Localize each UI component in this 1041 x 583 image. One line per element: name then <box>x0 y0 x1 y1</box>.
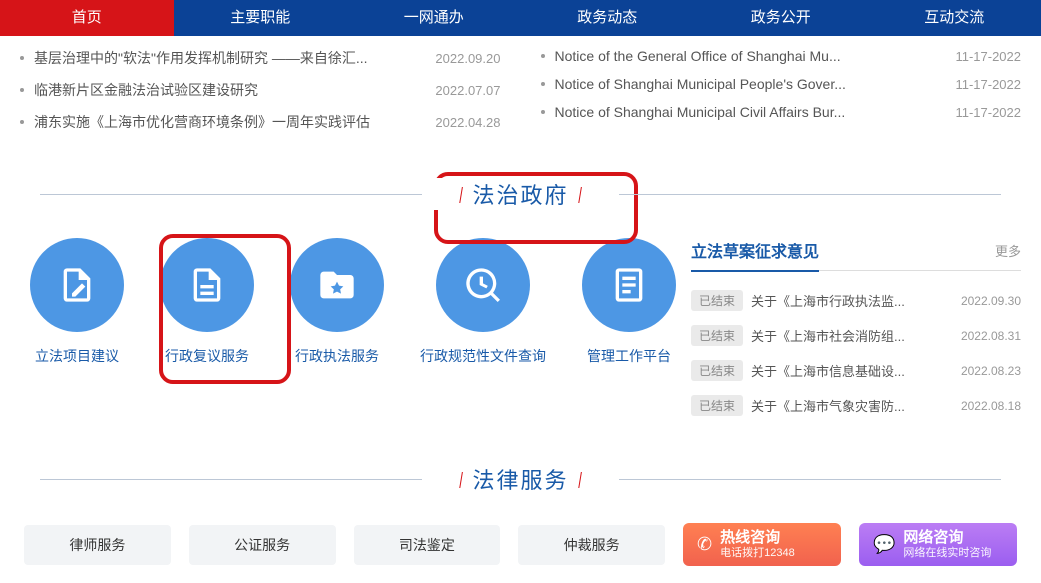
status-badge: 已结束 <box>691 360 743 381</box>
news-item[interactable]: 基层治理中的"软法"作用发挥机制研究 ——来自徐汇... 2022.09.20 <box>20 42 501 74</box>
section-title: / 法律服务 / <box>20 463 1021 495</box>
section-legal-service: / 法律服务 / 律师服务 公证服务 司法鉴定 仲裁服务 ✆ 热线咨询电话拨打123… <box>20 463 1021 566</box>
section-title: / 法治政府 / <box>20 178 1021 210</box>
news-row: 基层治理中的"软法"作用发挥机制研究 ——来自徐汇... 2022.09.20 临… <box>20 42 1021 138</box>
nav-interact[interactable]: 互动交流 <box>868 0 1041 36</box>
slash-icon: / <box>578 183 582 209</box>
svc-legislation[interactable]: 立法项目建议 <box>30 238 124 366</box>
news-title: Notice of the General Office of Shanghai… <box>555 48 936 64</box>
svc-regulation-query[interactable]: 行政规范性文件查询 <box>420 238 546 366</box>
news-date: 2022.07.07 <box>435 83 500 98</box>
news-item[interactable]: 浦东实施《上海市优化营商环境条例》一周年实践评估 2022.04.28 <box>20 106 501 138</box>
sidebar-title: 立法草案征求意见 <box>691 238 819 272</box>
news-title: Notice of Shanghai Municipal People's Go… <box>555 76 936 92</box>
folder-star-icon <box>317 265 357 305</box>
pill-notary[interactable]: 公证服务 <box>189 525 336 565</box>
news-date: 11-17-2022 <box>955 77 1021 92</box>
side-title: 关于《上海市社会消防组... <box>751 326 951 345</box>
news-title: 基层治理中的"软法"作用发挥机制研究 ——来自徐汇... <box>34 48 415 68</box>
svc-label: 立法项目建议 <box>35 346 119 366</box>
side-date: 2022.09.30 <box>961 294 1021 308</box>
service-icons: 立法项目建议 行政复议服务 行政执法服务 行政规范性文件查询 管理工作平台 <box>20 238 676 366</box>
status-badge: 已结束 <box>691 290 743 311</box>
slash-icon: / <box>460 183 464 209</box>
bullet-icon <box>20 88 24 92</box>
svc-label: 行政执法服务 <box>295 346 379 366</box>
document-icon <box>187 265 227 305</box>
hotline-sub: 网络在线实时咨询 <box>903 547 991 560</box>
bullet-icon <box>541 54 545 58</box>
clock-search-icon <box>463 265 503 305</box>
svc-platform[interactable]: 管理工作平台 <box>582 238 676 366</box>
hotline-main: 热线咨询 <box>720 529 795 547</box>
slash-icon: / <box>578 468 582 494</box>
hotline-phone[interactable]: ✆ 热线咨询电话拨打12348 <box>683 523 841 566</box>
side-item[interactable]: 已结束关于《上海市信息基础设... 2022.08.23 <box>691 353 1021 388</box>
nav-open[interactable]: 政务公开 <box>694 0 868 36</box>
side-title: 关于《上海市气象灾害防... <box>751 396 951 415</box>
news-col-left: 基层治理中的"软法"作用发挥机制研究 ——来自徐汇... 2022.09.20 临… <box>20 42 501 138</box>
side-item[interactable]: 已结束关于《上海市气象灾害防... 2022.08.18 <box>691 388 1021 423</box>
document-lines-icon <box>609 265 649 305</box>
news-item[interactable]: 临港新片区金融法治试验区建设研究 2022.07.07 <box>20 74 501 106</box>
news-title: Notice of Shanghai Municipal Civil Affai… <box>555 104 936 120</box>
news-item[interactable]: Notice of the General Office of Shanghai… <box>541 42 1022 70</box>
document-edit-icon <box>57 265 97 305</box>
nav-home[interactable]: 首页 <box>0 0 174 36</box>
hotline-main: 网络咨询 <box>903 529 991 547</box>
news-date: 11-17-2022 <box>955 105 1021 120</box>
news-item[interactable]: Notice of Shanghai Municipal People's Go… <box>541 70 1022 98</box>
chat-icon: 💬 <box>873 534 895 555</box>
svc-label: 行政规范性文件查询 <box>420 346 546 366</box>
nav-news[interactable]: 政务动态 <box>521 0 695 36</box>
side-item[interactable]: 已结束关于《上海市社会消防组... 2022.08.31 <box>691 318 1021 353</box>
side-item[interactable]: 已结束关于《上海市行政执法监... 2022.09.30 <box>691 283 1021 318</box>
news-date: 2022.04.28 <box>435 115 500 130</box>
pill-lawyer[interactable]: 律师服务 <box>24 525 171 565</box>
section-title-text: 法治政府 <box>472 183 568 208</box>
side-title: 关于《上海市行政执法监... <box>751 291 951 310</box>
slash-icon: / <box>460 468 464 494</box>
news-title: 临港新片区金融法治试验区建设研究 <box>34 80 415 100</box>
more-link[interactable]: 更多 <box>995 241 1021 260</box>
nav-functions[interactable]: 主要职能 <box>174 0 348 36</box>
status-badge: 已结束 <box>691 395 743 416</box>
side-date: 2022.08.18 <box>961 399 1021 413</box>
side-date: 2022.08.31 <box>961 329 1021 343</box>
news-title: 浦东实施《上海市优化营商环境条例》一周年实践评估 <box>34 112 415 132</box>
section-title-text: 法律服务 <box>472 468 568 493</box>
bullet-icon <box>541 110 545 114</box>
hotline-online[interactable]: 💬 网络咨询网络在线实时咨询 <box>859 523 1017 566</box>
svc-reconsideration[interactable]: 行政复议服务 <box>160 238 254 366</box>
svc-label: 管理工作平台 <box>587 346 671 366</box>
bullet-icon <box>20 56 24 60</box>
bullet-icon <box>541 82 545 86</box>
svc-enforcement[interactable]: 行政执法服务 <box>290 238 384 366</box>
main-nav: 首页 主要职能 一网通办 政务动态 政务公开 互动交流 <box>0 0 1041 36</box>
bullet-icon <box>20 120 24 124</box>
side-title: 关于《上海市信息基础设... <box>751 361 951 380</box>
side-date: 2022.08.23 <box>961 364 1021 378</box>
phone-icon: ✆ <box>697 534 712 555</box>
nav-online[interactable]: 一网通办 <box>347 0 521 36</box>
pill-forensic[interactable]: 司法鉴定 <box>354 525 501 565</box>
news-date: 2022.09.20 <box>435 51 500 66</box>
sidebar-opinions: 立法草案征求意见 更多 已结束关于《上海市行政执法监...2022.09.30 … <box>691 238 1021 423</box>
news-date: 11-17-2022 <box>955 49 1021 64</box>
legal-buttons: 律师服务 公证服务 司法鉴定 仲裁服务 ✆ 热线咨询电话拨打12348 💬 网络… <box>20 523 1021 566</box>
status-badge: 已结束 <box>691 325 743 346</box>
svc-label: 行政复议服务 <box>165 346 249 366</box>
pill-arbitration[interactable]: 仲裁服务 <box>518 525 665 565</box>
hotline-sub: 电话拨打12348 <box>720 547 795 560</box>
news-col-right: Notice of the General Office of Shanghai… <box>541 42 1022 138</box>
news-item[interactable]: Notice of Shanghai Municipal Civil Affai… <box>541 98 1022 126</box>
section-law-gov: /法治政府/ 立法项目建议 行政复议服务 行政执法服务 行政规范性文件查 <box>20 178 1021 423</box>
